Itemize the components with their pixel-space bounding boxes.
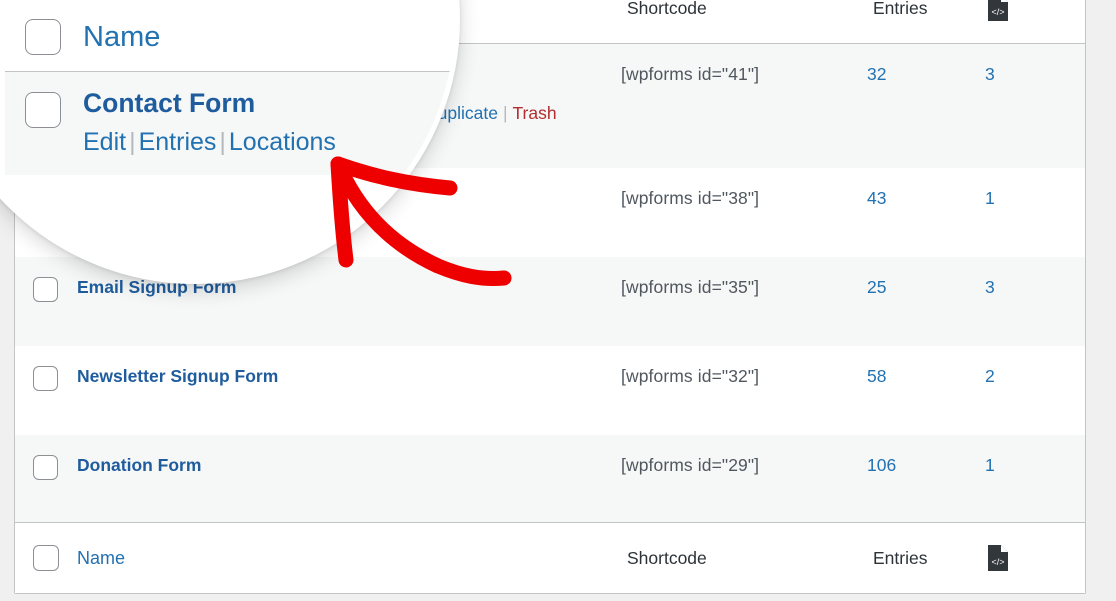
- shortcode-text: [wpforms id="32"]: [621, 366, 760, 386]
- entries-count-link[interactable]: 58: [867, 366, 886, 386]
- magnified-table: Name Contact Form Edit | Entries | Locations: [5, 5, 455, 176]
- table-footer-row: Name Shortcode Entries </>: [15, 522, 1085, 593]
- magnified-row-actions: Edit | Entries | Locations: [83, 128, 455, 157]
- footer-column-code: </>: [985, 522, 1085, 593]
- row-entries-cell: 58: [867, 346, 985, 435]
- row-select-cell[interactable]: [15, 346, 77, 435]
- row-checkbox[interactable]: [33, 455, 58, 480]
- footer-column-name-link[interactable]: Name: [77, 548, 125, 568]
- code-document-icon: </>: [987, 545, 1009, 571]
- table-footer: Name Shortcode Entries </>: [15, 522, 1085, 593]
- column-header-code: </>: [985, 0, 1085, 44]
- action-separator: |: [219, 128, 226, 157]
- form-name-link[interactable]: Newsletter Signup Form: [77, 366, 278, 386]
- shortcode-text: [wpforms id="38"]: [621, 188, 760, 208]
- entries-count-link[interactable]: 32: [867, 64, 886, 84]
- svg-text:</>: </>: [991, 557, 1004, 567]
- row-select-cell[interactable]: [15, 435, 77, 523]
- row-entries-cell: 43: [867, 168, 985, 257]
- row-code-cell: 1: [985, 168, 1085, 257]
- magnified-column-header-name[interactable]: Name: [83, 5, 455, 72]
- select-all-footer[interactable]: [15, 522, 77, 593]
- select-all-checkbox-footer[interactable]: [33, 545, 59, 571]
- row-code-cell: 3: [985, 43, 1085, 168]
- magnified-row-select-cell[interactable]: [5, 71, 83, 176]
- row-entries-cell: 25: [867, 257, 985, 346]
- screenshot-root: Name Shortcode Entries </>: [0, 0, 1116, 601]
- column-header-entries: Entries: [867, 0, 985, 44]
- row-code-cell: 1: [985, 435, 1085, 523]
- row-shortcode-cell: [wpforms id="32"]: [621, 346, 867, 435]
- row-shortcode-cell: [wpforms id="41"]: [621, 43, 867, 168]
- action-entries[interactable]: Entries: [139, 128, 217, 156]
- table-row: Donation Form [wpforms id="29"] 106 1: [15, 435, 1085, 523]
- row-entries-cell: 32: [867, 43, 985, 168]
- entries-count-link[interactable]: 43: [867, 188, 886, 208]
- shortcode-text: [wpforms id="35"]: [621, 277, 760, 297]
- code-count-link[interactable]: 1: [985, 188, 995, 208]
- code-count-link[interactable]: 3: [985, 277, 995, 297]
- code-document-icon: </>: [987, 0, 1009, 21]
- row-code-cell: 3: [985, 257, 1085, 346]
- row-select-cell[interactable]: [15, 257, 77, 346]
- row-entries-cell: 106: [867, 435, 985, 523]
- magnified-forms-table: Name Contact Form Edit | Entries | Locations: [5, 5, 455, 176]
- action-trash[interactable]: Trash: [513, 103, 557, 123]
- form-name-link[interactable]: Donation Form: [77, 455, 201, 475]
- magnified-row-name-cell: Contact Form Edit | Entries | Locations: [83, 71, 455, 176]
- row-code-cell: 2: [985, 346, 1085, 435]
- code-count-link[interactable]: 1: [985, 455, 995, 475]
- code-count-link[interactable]: 3: [985, 64, 995, 84]
- select-all-checkbox[interactable]: [25, 19, 61, 55]
- svg-text:</>: </>: [991, 7, 1004, 17]
- shortcode-text: [wpforms id="29"]: [621, 455, 760, 475]
- action-locations[interactable]: Locations: [229, 128, 336, 156]
- row-checkbox[interactable]: [33, 277, 58, 302]
- magnified-select-all-cell[interactable]: [5, 5, 83, 72]
- footer-column-shortcode: Shortcode: [621, 522, 867, 593]
- row-shortcode-cell: [wpforms id="35"]: [621, 257, 867, 346]
- entries-count-link[interactable]: 106: [867, 455, 896, 475]
- magnified-form-name-link[interactable]: Contact Form: [83, 88, 455, 118]
- row-shortcode-cell: [wpforms id="29"]: [621, 435, 867, 523]
- magnified-column-header-name-link[interactable]: Name: [83, 21, 160, 53]
- table-row: Newsletter Signup Form [wpforms id="32"]…: [15, 346, 1085, 435]
- column-header-shortcode: Shortcode: [621, 0, 867, 44]
- action-separator: |: [129, 128, 136, 157]
- magnified-header-row: Name: [5, 5, 455, 72]
- footer-column-name[interactable]: Name: [77, 522, 621, 593]
- row-name-cell: Donation Form: [77, 435, 621, 523]
- footer-column-entries: Entries: [867, 522, 985, 593]
- action-edit[interactable]: Edit: [83, 128, 126, 156]
- row-shortcode-cell: [wpforms id="38"]: [621, 168, 867, 257]
- row-checkbox[interactable]: [33, 366, 58, 391]
- action-separator: |: [502, 103, 508, 123]
- entries-count-link[interactable]: 25: [867, 277, 886, 297]
- code-count-link[interactable]: 2: [985, 366, 995, 386]
- row-name-cell: Newsletter Signup Form: [77, 346, 621, 435]
- magnified-table-row: Contact Form Edit | Entries | Locations: [5, 71, 455, 176]
- shortcode-text: [wpforms id="41"]: [621, 64, 760, 84]
- row-checkbox[interactable]: [25, 92, 61, 128]
